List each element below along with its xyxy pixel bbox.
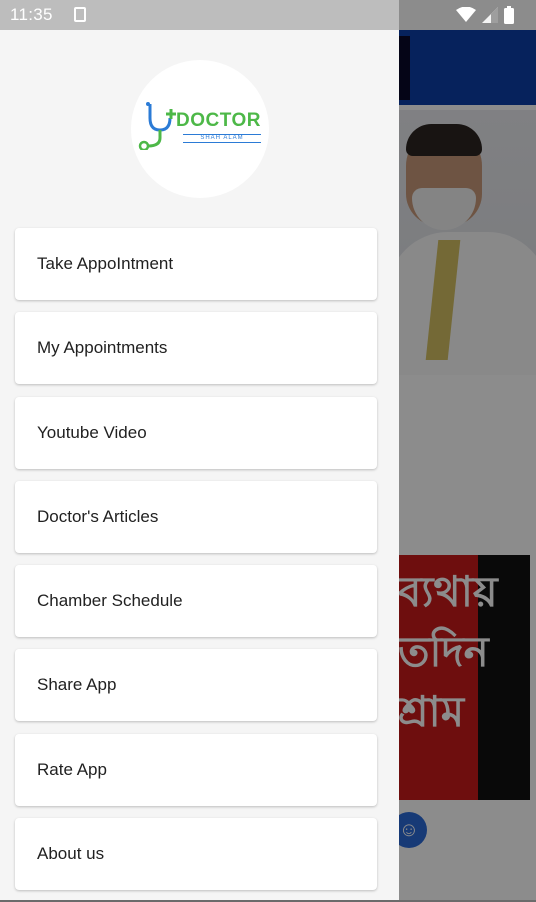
signal-icon xyxy=(482,7,498,23)
menu-item-doctors-articles[interactable]: Doctor's Articles xyxy=(15,480,377,553)
menu-item-share-app[interactable]: Share App xyxy=(15,649,377,722)
notification-icon xyxy=(74,7,86,22)
menu-item-label: Rate App xyxy=(37,759,107,779)
logo-subtitle: SHAH ALAM xyxy=(183,134,261,143)
menu-item-take-appointment[interactable]: Take AppoIntment xyxy=(15,228,377,300)
wifi-icon xyxy=(456,7,476,22)
stethoscope-icon xyxy=(138,102,176,150)
status-time: 11:35 xyxy=(10,5,53,24)
menu-item-label: Doctor's Articles xyxy=(37,506,159,526)
drawer-menu: Take AppoIntment My Appointments Youtube… xyxy=(15,228,377,902)
status-bar: 11:35 xyxy=(0,0,536,30)
menu-item-youtube-video[interactable]: Youtube Video xyxy=(15,396,377,469)
menu-item-my-appointments[interactable]: My Appointments xyxy=(15,312,377,385)
menu-item-label: About us xyxy=(37,844,105,864)
menu-item-label: My Appointments xyxy=(37,338,168,358)
logo-wordmark: DOCTOR xyxy=(176,110,261,131)
battery-icon xyxy=(504,6,514,24)
menu-item-chamber-schedule[interactable]: Chamber Schedule xyxy=(15,565,377,638)
drawer-header: DOCTOR SHAH ALAM xyxy=(0,30,399,222)
navigation-drawer: DOCTOR SHAH ALAM Take AppoIntment My App… xyxy=(0,30,399,900)
menu-item-label: Share App xyxy=(37,675,117,695)
menu-item-about-us[interactable]: About us xyxy=(15,818,377,891)
menu-item-label: Take AppoIntment xyxy=(37,254,174,273)
menu-item-label: Youtube Video xyxy=(37,422,147,442)
app-logo: DOCTOR SHAH ALAM xyxy=(131,60,269,198)
menu-item-label: Chamber Schedule xyxy=(37,591,183,611)
menu-item-rate-app[interactable]: Rate App xyxy=(15,733,377,806)
